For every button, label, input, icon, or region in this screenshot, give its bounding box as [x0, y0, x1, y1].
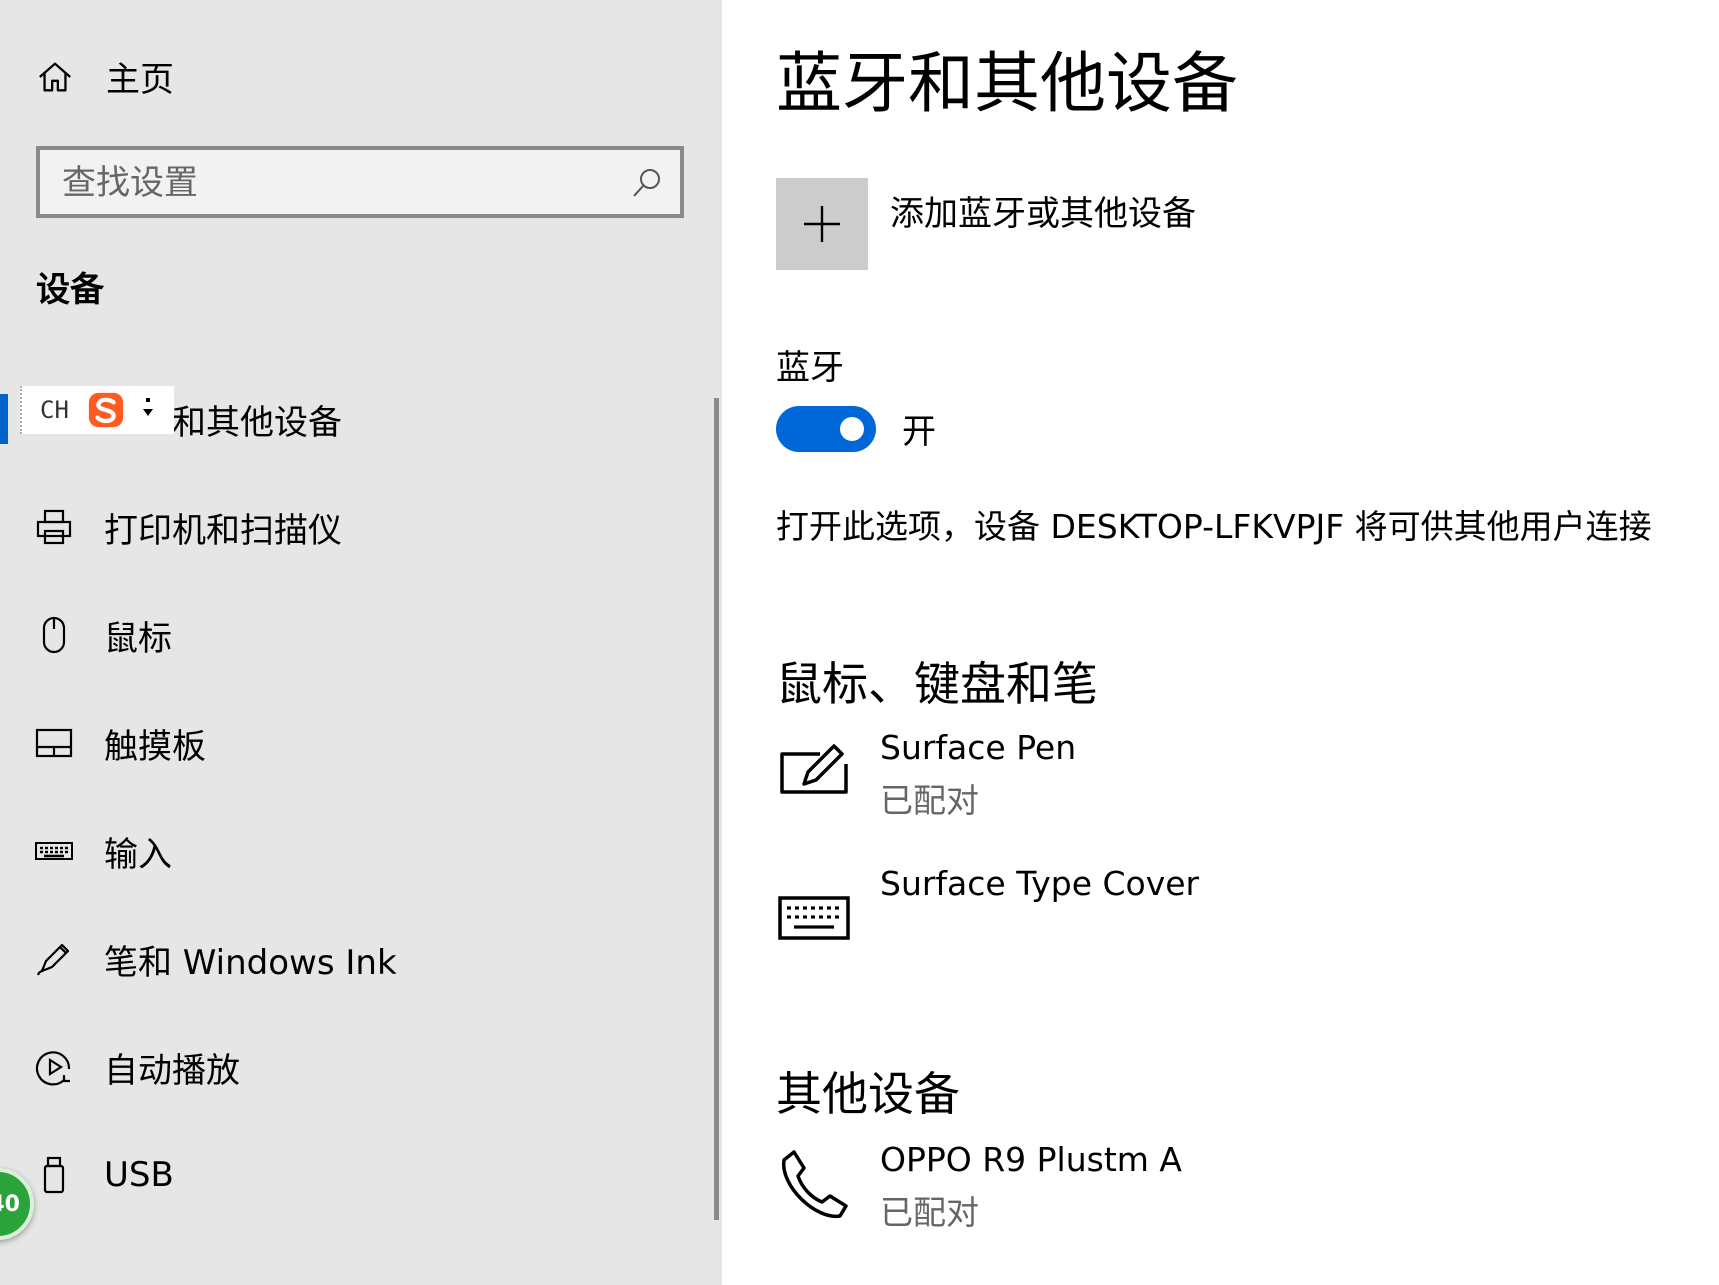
home-icon	[36, 58, 74, 96]
sidebar-item-mouse[interactable]: 鼠标	[0, 590, 700, 680]
section-title: 设备	[36, 270, 104, 310]
sidebar-scrollbar[interactable]	[714, 398, 719, 1220]
sidebar-item-label: 打印机和扫描仪	[104, 510, 342, 551]
sidebar-item-pen-ink[interactable]: 笔和 Windows Ink	[0, 914, 700, 1004]
bluetooth-toggle[interactable]	[776, 405, 876, 452]
keyboard-icon	[776, 878, 852, 954]
printer-icon	[34, 507, 74, 547]
device-status: 已配对	[880, 1193, 979, 1232]
group-title-input-devices: 鼠标、键盘和笔	[776, 657, 1098, 711]
toggle-knob	[840, 416, 864, 441]
ime-toolbar[interactable]: CH	[20, 386, 174, 434]
pen-tablet-icon	[776, 734, 852, 810]
sidebar-item-typing[interactable]: 输入	[0, 806, 700, 896]
settings-sidebar: 主页 设备 和其他设备 CH	[0, 0, 722, 1285]
device-name: Surface Pen	[880, 728, 1077, 767]
sogou-logo-icon[interactable]	[87, 391, 125, 429]
page-title: 蓝牙和其他设备	[776, 45, 1238, 122]
sidebar-item-touchpad[interactable]: 触摸板	[0, 698, 700, 788]
sidebar-item-usb[interactable]: USB	[0, 1130, 700, 1220]
device-status: 已配对	[880, 781, 979, 820]
sidebar-item-autoplay[interactable]: 自动播放	[0, 1022, 700, 1112]
search-box[interactable]	[36, 146, 684, 218]
add-device-button[interactable]: 添加蓝牙或其他设备	[776, 178, 1196, 270]
sidebar-item-label: 和其他设备	[172, 402, 342, 443]
usb-icon	[34, 1155, 74, 1195]
keyboard-icon	[34, 831, 74, 871]
search-input[interactable]	[60, 158, 624, 208]
sidebar-item-label: 输入	[104, 834, 172, 875]
phone-icon	[776, 1146, 852, 1222]
mouse-icon	[34, 615, 74, 655]
bluetooth-label: 蓝牙	[776, 348, 844, 388]
sidebar-item-label: 自动播放	[104, 1050, 240, 1091]
device-oppo-phone[interactable]: OPPO R9 Plustm A 已配对	[776, 1140, 1676, 1250]
ime-language-indicator[interactable]: CH	[40, 396, 69, 424]
sidebar-item-printers[interactable]: 打印机和扫描仪	[0, 482, 700, 572]
bluetooth-state: 开	[902, 412, 936, 452]
pen-icon	[34, 939, 74, 979]
device-name: OPPO R9 Plustm A	[880, 1140, 1182, 1179]
sidebar-item-label: USB	[104, 1155, 174, 1195]
bluetooth-toggle-row: 开	[776, 404, 936, 453]
chevron-more-icon[interactable]	[141, 395, 155, 425]
group-title-other-devices: 其他设备	[776, 1067, 960, 1121]
bluetooth-description: 打开此选项，设备 DESKTOP-LFKVPJF 将可供其他用户连接	[776, 507, 1652, 546]
sidebar-item-label: 笔和 Windows Ink	[104, 942, 397, 983]
device-name: Surface Type Cover	[880, 864, 1200, 903]
sidebar-item-label: 触摸板	[104, 726, 206, 767]
add-tile[interactable]	[776, 178, 868, 270]
autoplay-icon	[34, 1047, 74, 1087]
search-icon[interactable]	[630, 166, 664, 200]
home-label: 主页	[106, 60, 174, 100]
device-surface-type-cover[interactable]: Surface Type Cover	[776, 864, 1676, 974]
main-content: 蓝牙和其他设备 添加蓝牙或其他设备 蓝牙 开 打开此选项，设备 DESKTOP-…	[722, 0, 1719, 1285]
add-device-label: 添加蓝牙或其他设备	[890, 194, 1196, 234]
sidebar-item-label: 鼠标	[104, 618, 172, 659]
device-surface-pen[interactable]: Surface Pen 已配对	[776, 728, 1676, 838]
plus-icon	[804, 206, 840, 242]
selected-indicator	[0, 394, 8, 444]
home-nav-item[interactable]: 主页	[36, 52, 174, 101]
touchpad-icon	[34, 723, 74, 763]
